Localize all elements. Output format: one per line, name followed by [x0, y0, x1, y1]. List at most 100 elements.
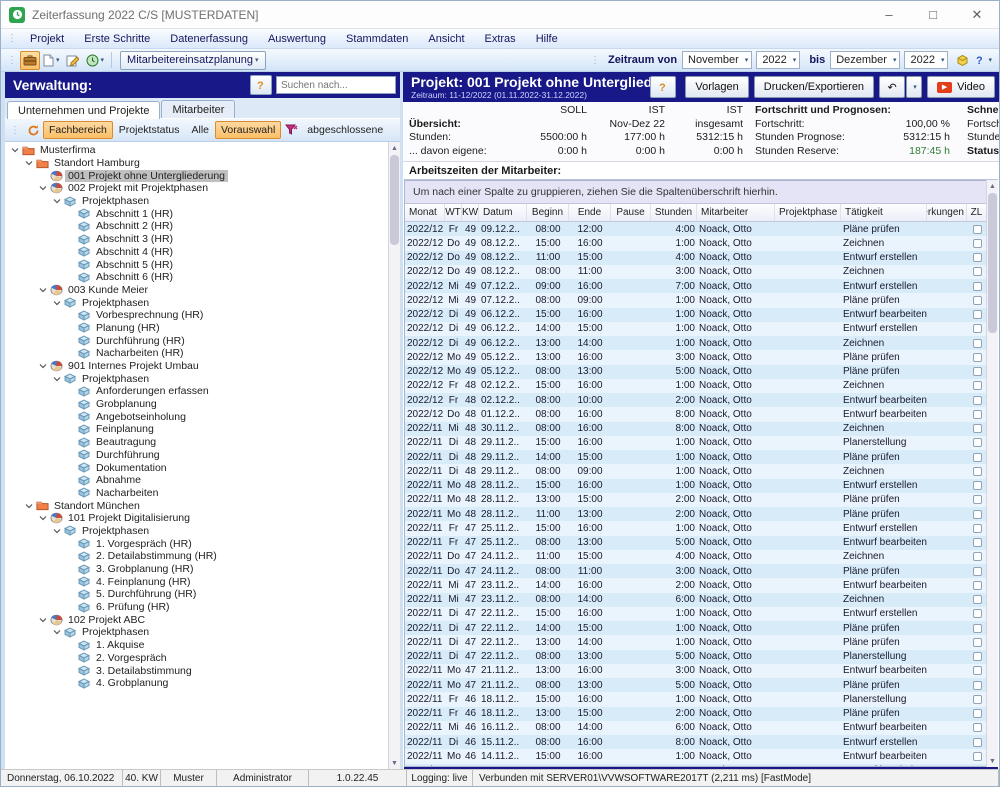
table-row[interactable]: 2022/11Fr4725.11.2..08:0013:005:00Noack,… — [405, 536, 986, 550]
menu-erste-schritte[interactable]: Erste Schritte — [74, 31, 160, 47]
maximize-button[interactable]: □ — [911, 1, 955, 28]
table-row[interactable]: 2022/11Mo4721.11.2..08:0013:005:00Noack,… — [405, 678, 986, 692]
home-button[interactable] — [20, 51, 40, 70]
tree-item[interactable]: 101 Projekt Digitalisierung — [9, 512, 388, 525]
zl-checkbox[interactable] — [973, 467, 982, 476]
tree-item[interactable]: Durchführung (HR) — [9, 334, 388, 347]
table-row[interactable]: 2022/11Di4722.11.2..14:0015:001:00Noack,… — [405, 621, 986, 635]
zl-checkbox[interactable] — [973, 353, 982, 362]
table-row[interactable]: 2022/11Mo4614.11.2..13:0015:002:00Noack,… — [405, 764, 986, 767]
search-input[interactable] — [276, 76, 396, 94]
menu-projekt[interactable]: Projekt — [20, 31, 74, 47]
filter-vorauswahl[interactable]: Vorauswahl — [215, 121, 281, 139]
zl-checkbox[interactable] — [973, 282, 982, 291]
tree-expander[interactable] — [9, 146, 21, 154]
table-row[interactable]: 2022/11Di4722.11.2..13:0014:001:00Noack,… — [405, 635, 986, 649]
tree-item[interactable]: 003 Kunde Meier — [9, 284, 388, 297]
zl-checkbox[interactable] — [973, 524, 982, 533]
tree-item[interactable]: 2. Vorgespräch — [9, 652, 388, 665]
from-month-select[interactable]: November▾ — [682, 51, 752, 69]
table-row[interactable]: 2022/11Do4724.11.2..11:0015:004:00Noack,… — [405, 550, 986, 564]
tree-expander[interactable] — [51, 628, 63, 636]
table-row[interactable]: 2022/11Di4829.11.2..15:0016:001:00Noack,… — [405, 436, 986, 450]
zl-checkbox[interactable] — [973, 324, 982, 333]
table-row[interactable]: 2022/11Fr4618.11.2..13:0015:002:00Noack,… — [405, 707, 986, 721]
column-header-projektphase[interactable]: Projektphase — [775, 204, 841, 221]
table-row[interactable]: 2022/11Di4829.11.2..08:0009:001:00Noack,… — [405, 464, 986, 478]
table-row[interactable]: 2022/12Do4908.12.2..08:0011:003:00Noack,… — [405, 265, 986, 279]
table-row[interactable]: 2022/11Fr4725.11.2..15:0016:001:00Noack,… — [405, 521, 986, 535]
table-scrollbar[interactable]: ▲▼ — [986, 180, 998, 767]
table-row[interactable]: 2022/12Do4801.12.2..08:0016:008:00Noack,… — [405, 407, 986, 421]
zl-checkbox[interactable] — [973, 666, 982, 675]
from-year-select[interactable]: 2022▾ — [756, 51, 800, 69]
tree-scrollbar[interactable]: ▲▼ — [388, 142, 400, 769]
tree-item[interactable]: Beautragung — [9, 436, 388, 449]
edit-button[interactable] — [63, 51, 83, 70]
column-header-zl[interactable]: ZL — [967, 204, 986, 221]
table-row[interactable]: 2022/12Di4906.12.2..13:0014:001:00Noack,… — [405, 336, 986, 350]
tree-item[interactable]: 901 Internes Projekt Umbau — [9, 360, 388, 373]
tree-item[interactable]: Projektphasen — [9, 626, 388, 639]
tree-item[interactable]: Vorbesprechnung (HR) — [9, 309, 388, 322]
tree-item[interactable]: Projektphasen — [9, 195, 388, 208]
zl-checkbox[interactable] — [973, 752, 982, 761]
tree-item[interactable]: Nacharbeiten (HR) — [9, 347, 388, 360]
tree-item[interactable]: Abschnitt 2 (HR) — [9, 220, 388, 233]
column-header-pause[interactable]: Pause — [611, 204, 651, 221]
tree-item[interactable]: Abnahme — [9, 474, 388, 487]
tree-expander[interactable] — [51, 375, 63, 383]
vorlagen-button[interactable]: Vorlagen — [685, 76, 748, 98]
table-row[interactable]: 2022/11Di4829.11.2..14:0015:001:00Noack,… — [405, 450, 986, 464]
to-year-select[interactable]: 2022▾ — [904, 51, 948, 69]
zl-checkbox[interactable] — [973, 652, 982, 661]
tree-item[interactable]: Anforderungen erfassen — [9, 385, 388, 398]
zl-checkbox[interactable] — [973, 367, 982, 376]
column-header-datum[interactable]: Datum — [479, 204, 527, 221]
tree-expander[interactable] — [37, 514, 49, 522]
to-month-select[interactable]: Dezember▾ — [830, 51, 900, 69]
table-row[interactable]: 2022/11Mi4723.11.2..14:0016:002:00Noack,… — [405, 578, 986, 592]
table-row[interactable]: 2022/12Mo4905.12.2..08:0013:005:00Noack,… — [405, 365, 986, 379]
table-row[interactable]: 2022/12Do4908.12.2..15:0016:001:00Noack,… — [405, 236, 986, 250]
tree-item[interactable]: Nacharbeiten — [9, 487, 388, 500]
tree-item[interactable]: Standort Hamburg — [9, 157, 388, 170]
table-row[interactable]: 2022/11Mo4828.11.2..11:0013:002:00Noack,… — [405, 507, 986, 521]
minimize-button[interactable]: – — [867, 1, 911, 28]
tree-item[interactable]: 5. Durchführung (HR) — [9, 588, 388, 601]
zl-checkbox[interactable] — [973, 424, 982, 433]
zl-checkbox[interactable] — [973, 495, 982, 504]
tree-expander[interactable] — [51, 197, 63, 205]
tree-item[interactable]: 6. Prüfung (HR) — [9, 601, 388, 614]
tree-item[interactable]: 4. Feinplanung (HR) — [9, 575, 388, 588]
view-selector-dropdown[interactable]: Mitarbeitereinsatzplanung ▾ — [120, 51, 265, 70]
close-button[interactable]: ✕ — [955, 1, 999, 28]
tree-item[interactable]: Abschnitt 6 (HR) — [9, 271, 388, 284]
zl-checkbox[interactable] — [973, 552, 982, 561]
tab-mitarbeiter[interactable]: Mitarbeiter — [161, 100, 235, 118]
zl-checkbox[interactable] — [973, 567, 982, 576]
filter-icon-button[interactable] — [281, 121, 301, 140]
tree-expander[interactable] — [23, 159, 35, 167]
table-row[interactable]: 2022/12Fr4802.12.2..15:0016:001:00Noack,… — [405, 379, 986, 393]
menu-extras[interactable]: Extras — [475, 31, 526, 47]
filter-fachbereich[interactable]: Fachbereich — [43, 121, 113, 139]
menu-stammdaten[interactable]: Stammdaten — [336, 31, 418, 47]
zl-checkbox[interactable] — [973, 695, 982, 704]
zl-checkbox[interactable] — [973, 453, 982, 462]
zl-checkbox[interactable] — [973, 538, 982, 547]
column-header-stunden[interactable]: Stunden — [651, 204, 697, 221]
filter-projektstatus[interactable]: Projektstatus — [113, 121, 186, 139]
table-row[interactable]: 2022/11Mo4828.11.2..13:0015:002:00Noack,… — [405, 493, 986, 507]
tree-item[interactable]: Abschnitt 4 (HR) — [9, 246, 388, 259]
video-button[interactable]: ▶ Video — [927, 76, 995, 98]
column-header-wt[interactable]: WT — [445, 204, 462, 221]
zl-checkbox[interactable] — [973, 339, 982, 348]
zl-checkbox[interactable] — [973, 738, 982, 747]
table-row[interactable]: 2022/12Di4906.12.2..14:0015:001:00Noack,… — [405, 322, 986, 336]
column-header-monat[interactable]: Monat — [405, 204, 445, 221]
table-row[interactable]: 2022/11Mi4723.11.2..08:0014:006:00Noack,… — [405, 593, 986, 607]
tree-item[interactable]: Standort München — [9, 499, 388, 512]
zl-checkbox[interactable] — [973, 296, 982, 305]
tree-item[interactable]: 102 Projekt ABC — [9, 613, 388, 626]
